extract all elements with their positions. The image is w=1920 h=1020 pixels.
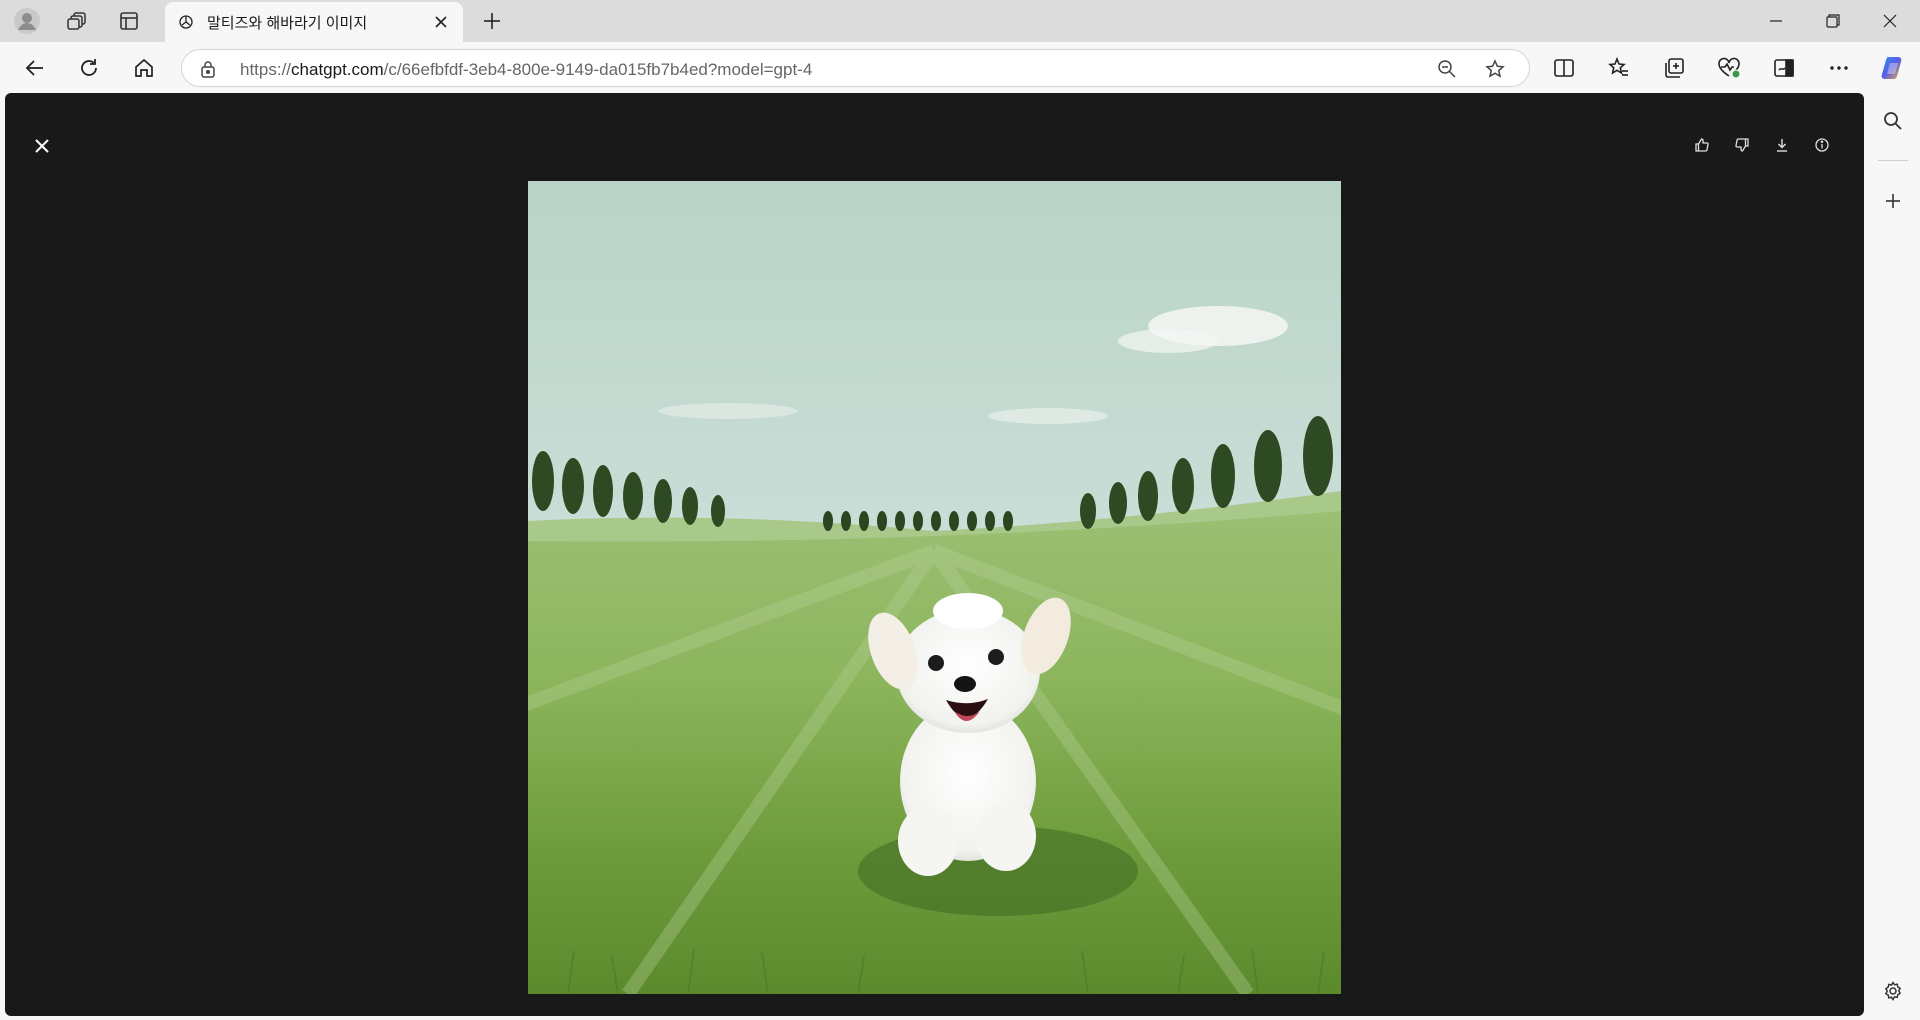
puppy-photo [528, 181, 1341, 994]
close-window-button[interactable] [1862, 0, 1918, 42]
download-icon[interactable] [1770, 133, 1794, 157]
copilot-icon[interactable] [1876, 51, 1910, 85]
zoom-out-icon[interactable] [1436, 58, 1458, 80]
chatgpt-favicon-icon [177, 13, 195, 31]
workspaces-icon[interactable] [62, 6, 92, 36]
settings-icon[interactable] [1878, 976, 1908, 1006]
browser-essentials-icon[interactable] [1712, 51, 1746, 85]
new-tab-button[interactable] [477, 6, 507, 36]
url-prefix: https:// [240, 60, 292, 79]
star-icon[interactable] [1484, 58, 1506, 80]
back-arrow-icon[interactable] [18, 51, 52, 85]
address-bar[interactable]: https://chatgpt.com/c/66efbfdf-3eb4-800e… [181, 49, 1530, 87]
tab-title: 말티즈와 해바라기 이미지 [207, 14, 368, 32]
info-icon[interactable] [1810, 133, 1834, 157]
favorites-icon[interactable] [1602, 51, 1636, 85]
search-icon[interactable] [1878, 106, 1908, 136]
active-tab[interactable]: 말티즈와 해바라기 이미지 [165, 2, 463, 42]
sidebar-toggle-icon[interactable] [1767, 51, 1801, 85]
generated-image[interactable] [528, 181, 1341, 994]
image-actions [1690, 133, 1834, 157]
sidebar-divider [1878, 160, 1908, 161]
edge-sidebar [1866, 92, 1920, 1020]
url-host: chatgpt.com [291, 60, 384, 79]
lock-icon[interactable] [198, 59, 218, 79]
image-viewer-overlay [5, 93, 1864, 1016]
refresh-icon[interactable] [72, 51, 106, 85]
thumbs-up-icon[interactable] [1690, 133, 1714, 157]
home-icon[interactable] [127, 51, 161, 85]
minimize-button[interactable] [1748, 0, 1804, 42]
url-path: /c/66efbfdf-3eb4-800e-9149-da015fb7b4ed?… [383, 60, 813, 79]
close-viewer-icon[interactable] [27, 131, 57, 161]
title-bar: 말티즈와 해바라기 이미지 [0, 0, 1920, 42]
tab-close-icon[interactable] [429, 10, 453, 34]
restore-button[interactable] [1805, 0, 1861, 42]
collections-icon[interactable] [1657, 51, 1691, 85]
browser-toolbar: https://chatgpt.com/c/66efbfdf-3eb4-800e… [0, 42, 1920, 92]
tab-actions-icon[interactable] [114, 6, 144, 36]
profile-icon[interactable] [12, 6, 42, 36]
thumbs-down-icon[interactable] [1730, 133, 1754, 157]
split-screen-icon[interactable] [1547, 51, 1581, 85]
more-icon[interactable] [1822, 51, 1856, 85]
url-text[interactable]: https://chatgpt.com/c/66efbfdf-3eb4-800e… [240, 60, 812, 80]
add-icon[interactable] [1878, 186, 1908, 216]
